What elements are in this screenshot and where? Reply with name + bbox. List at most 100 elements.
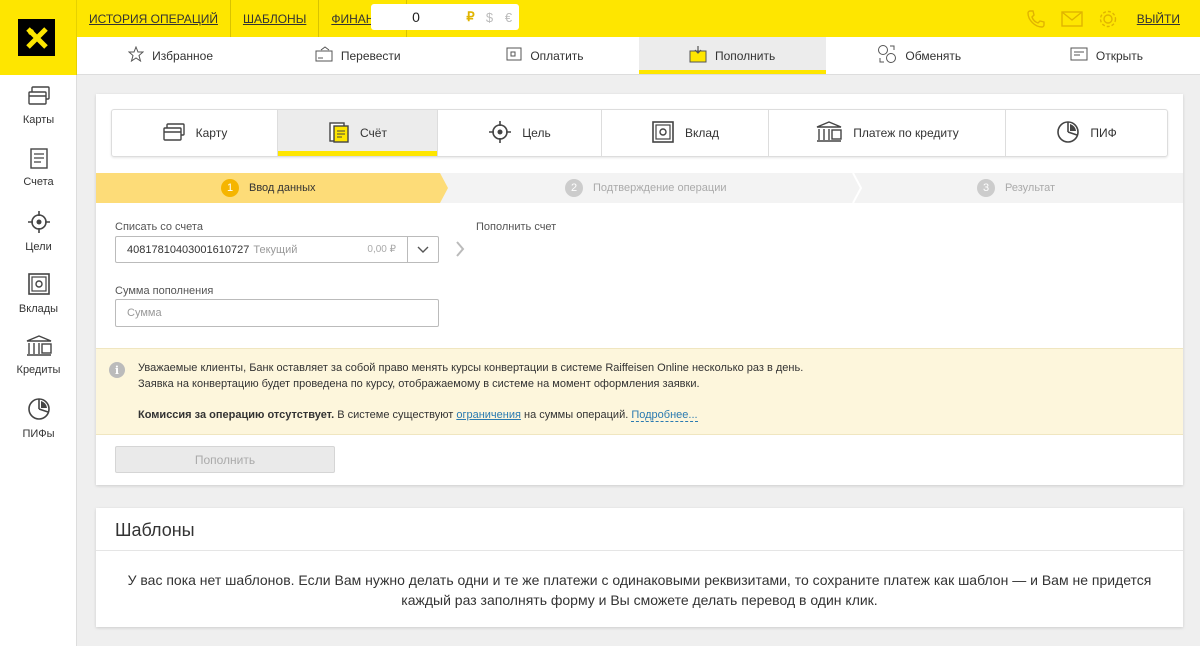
account-type: Текущий (253, 243, 298, 256)
bank-logo[interactable] (0, 0, 77, 75)
tab-label: Вклад (684, 126, 720, 140)
sidebar: Карты Счета Цели Вклады Кредиты ПИФы (0, 75, 77, 646)
step-label: Результат (1005, 182, 1056, 194)
step-1: 1 Ввод данных (221, 173, 316, 203)
nav-templates[interactable]: ШАБЛОНЫ (231, 0, 320, 37)
menu-favorites[interactable]: Избранное (77, 37, 264, 74)
step-number: 1 (221, 179, 239, 197)
from-account-select[interactable]: 40817810403001610727 Текущий 0,00 ₽ (115, 236, 439, 263)
progress-steps: 1 Ввод данных 2 Подтверждение операции 3… (96, 173, 1183, 203)
nav-history[interactable]: ИСТОРИЯ ОПЕРАЦИЙ (77, 0, 231, 37)
header-actions: ВЫЙТИ (1025, 0, 1180, 37)
menu-transfer[interactable]: Перевести (264, 37, 451, 74)
gear-icon[interactable] (1097, 8, 1119, 30)
fund-icon (27, 397, 51, 424)
divider (96, 550, 1183, 551)
to-account-label: Пополнить счет (476, 221, 557, 233)
phone-icon[interactable] (1025, 8, 1047, 30)
target-icon (27, 210, 51, 237)
sidebar-item-goals[interactable]: Цели (0, 210, 77, 253)
amount-input[interactable] (115, 299, 439, 327)
sidebar-item-deposits[interactable]: Вклады (0, 272, 77, 315)
logout-link[interactable]: ВЫЙТИ (1137, 12, 1180, 26)
step-2: 2 Подтверждение операции (565, 173, 727, 203)
sidebar-item-label: Кредиты (16, 364, 61, 376)
from-account-label: Списать со счета (115, 221, 203, 233)
notice-text-a: В системе существуют (334, 409, 457, 421)
account-number: 40817810403001610727 (127, 243, 250, 256)
balance-amount: 0 (412, 9, 420, 25)
tab-goal[interactable]: Цель (438, 110, 602, 156)
conversion-notice: i Уважаемые клиенты, Банк оставляет за с… (96, 348, 1183, 435)
info-icon: i (109, 362, 125, 378)
menu-transfer-label: Перевести (340, 48, 401, 63)
transfer-icon (315, 46, 333, 65)
sidebar-item-cards[interactable]: Карты (0, 85, 77, 126)
tab-deposit[interactable]: Вклад (602, 110, 769, 156)
step-number: 2 (565, 179, 583, 197)
sidebar-item-credits[interactable]: Кредиты (0, 335, 77, 376)
notice-line-2: Заявка на конвертацию будет проведена по… (138, 378, 700, 390)
target-icon (488, 120, 512, 147)
menu-favorites-label: Избранное (152, 48, 213, 63)
action-menu: Избранное Перевести Оплатить Пополнить О… (77, 37, 1200, 75)
account-icon (328, 121, 350, 146)
step-3: 3 Результат (977, 173, 1055, 203)
sidebar-item-label: Карты (22, 114, 55, 126)
sidebar-item-label: Цели (25, 241, 52, 253)
chevron-down-icon[interactable] (407, 237, 438, 262)
currency-rub[interactable]: ₽ (461, 9, 480, 25)
tab-label: Счёт (360, 126, 387, 140)
topup-icon (689, 45, 707, 66)
exchange-icon (877, 44, 897, 67)
credit-icon (815, 120, 843, 146)
menu-open-label: Открыть (1095, 48, 1144, 63)
menu-exchange[interactable]: Обменять (826, 37, 1013, 74)
notice-bold: Комиссия за операцию отсутствует. (138, 409, 335, 421)
menu-open[interactable]: Открыть (1013, 37, 1200, 74)
sidebar-item-label: ПИФы (22, 428, 55, 440)
topup-card: Карту Счёт Цель Вклад Платеж по кредиту … (96, 94, 1183, 485)
menu-exchange-label: Обменять (905, 48, 962, 63)
tab-label: ПИФ (1090, 126, 1117, 140)
templates-empty-message: У вас пока нет шаблонов. Если Вам нужно … (127, 572, 1152, 608)
topup-target-tabs: Карту Счёт Цель Вклад Платеж по кредиту … (111, 109, 1168, 157)
sidebar-item-accounts[interactable]: Счета (0, 147, 77, 188)
step-label: Ввод данных (249, 182, 316, 194)
currency-usd[interactable]: $ (480, 10, 499, 25)
card-icon (162, 122, 186, 145)
notice-line-1: Уважаемые клиенты, Банк оставляет за соб… (138, 362, 804, 374)
chevron-right-icon (453, 239, 467, 259)
more-link[interactable]: Подробнее... (631, 409, 698, 422)
menu-topup[interactable]: Пополнить (638, 37, 826, 74)
credit-icon (25, 335, 53, 360)
menu-topup-label: Пополнить (714, 48, 776, 63)
sidebar-item-label: Счета (23, 176, 54, 188)
templates-card: Шаблоны У вас пока нет шаблонов. Если Ва… (96, 508, 1183, 627)
fund-icon (1056, 120, 1080, 147)
sidebar-item-label: Вклады (18, 303, 59, 315)
step-separator (852, 173, 863, 203)
topup-button[interactable]: Пополнить (115, 446, 335, 473)
top-nav: ИСТОРИЯ ОПЕРАЦИЙ ШАБЛОНЫ ФИНАНСЫ (77, 0, 407, 37)
tab-card[interactable]: Карту (112, 110, 278, 156)
balance-widget: 0 ₽ $ € (371, 4, 519, 30)
open-account-icon (1070, 47, 1088, 64)
star-icon (127, 45, 145, 65)
menu-pay[interactable]: Оплатить (451, 37, 638, 74)
tab-account[interactable]: Счёт (278, 110, 438, 156)
currency-eur[interactable]: € (499, 10, 518, 25)
card-icon (27, 85, 51, 110)
templates-title: Шаблоны (115, 520, 195, 540)
limits-link[interactable]: ограничения (456, 409, 521, 421)
sidebar-item-funds[interactable]: ПИФы (0, 397, 77, 440)
account-icon (28, 147, 50, 172)
mail-icon[interactable] (1061, 8, 1083, 30)
safe-icon (651, 120, 675, 147)
menu-pay-label: Оплатить (530, 48, 584, 63)
step-number: 3 (977, 179, 995, 197)
tab-credit-payment[interactable]: Платеж по кредиту (769, 110, 1006, 156)
amount-label: Сумма пополнения (115, 285, 214, 297)
tab-fund[interactable]: ПИФ (1006, 110, 1167, 156)
account-balance: 0,00 ₽ (367, 244, 396, 255)
